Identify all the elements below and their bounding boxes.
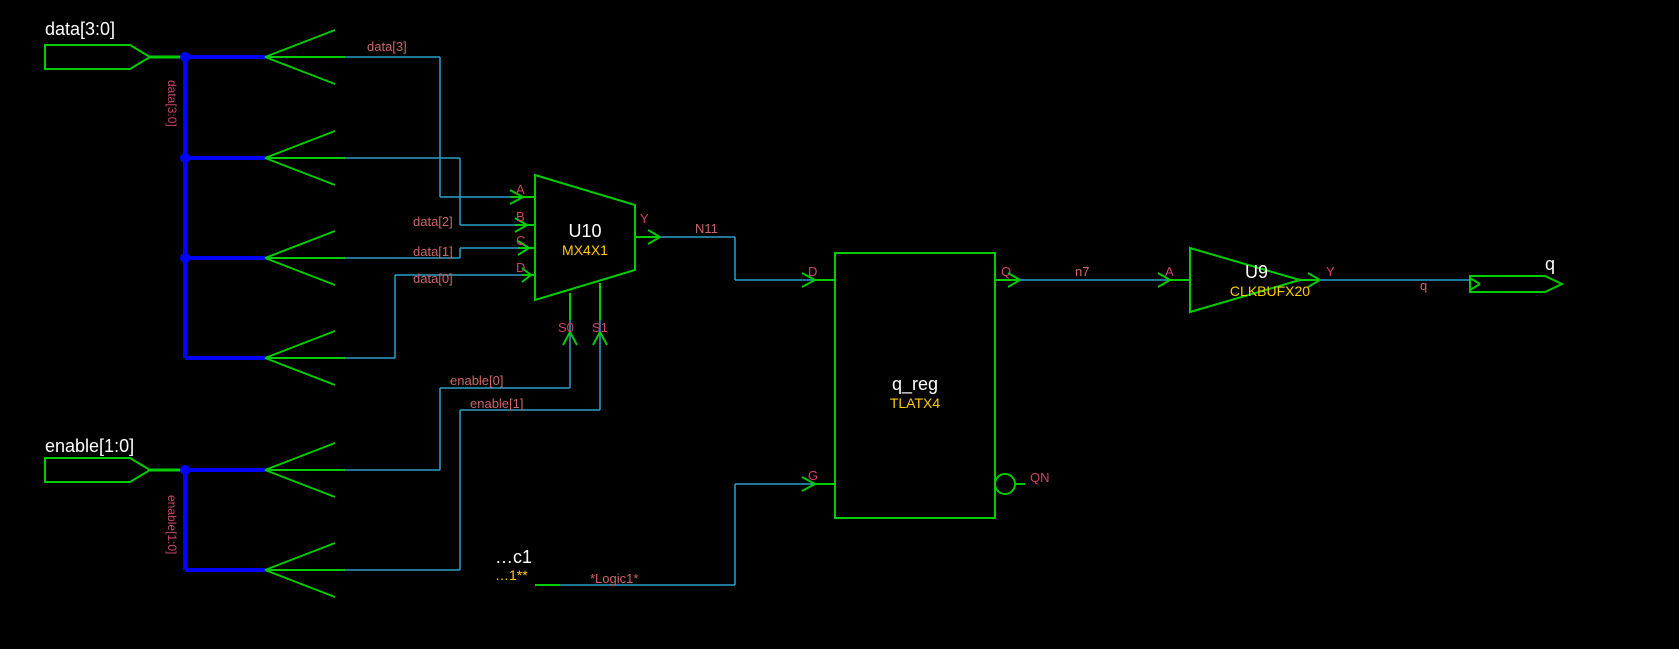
ripper-arrow-en0 <box>265 443 345 497</box>
net-label-n7: n7 <box>1075 264 1089 279</box>
ripper-arrow-data2 <box>265 131 345 185</box>
qreg-name: q_reg <box>892 374 938 395</box>
bus-label-data: data[3:0] <box>165 80 179 127</box>
port-data-label: data[3:0] <box>45 19 115 39</box>
net-label-n11: N11 <box>695 221 718 236</box>
net-label-data3: data[3] <box>367 39 407 54</box>
u9-name: U9 <box>1245 262 1268 282</box>
net-label-data0: data[0] <box>413 271 453 286</box>
c1-type: …1** <box>495 567 528 583</box>
u10-pin-c: C <box>516 233 525 248</box>
port-enable-label: enable[1:0] <box>45 436 134 456</box>
u10-pin-s0: S0 <box>558 320 574 335</box>
qreg-pin-d: D <box>808 264 817 279</box>
input-port-enable[interactable]: enable[1:0] <box>45 436 150 482</box>
net-label-en0: enable[0] <box>450 373 504 388</box>
u10-pin-y: Y <box>640 211 649 226</box>
u10-pin-s1: S1 <box>592 320 608 335</box>
schematic-canvas[interactable]: data[3:0] data[3:0] data[3] data[2] data… <box>0 0 1679 649</box>
net-label-en1: enable[1] <box>470 396 524 411</box>
ripper-arrow-data3 <box>265 30 345 84</box>
u9-type: CLKBUFX20 <box>1230 283 1310 299</box>
net-label-q: q <box>1420 278 1427 293</box>
qreg-pin-qn: QN <box>1030 470 1050 485</box>
output-port-q[interactable]: q <box>1470 254 1562 292</box>
input-port-data[interactable]: data[3:0] <box>45 19 150 69</box>
u10-pin-b: B <box>516 209 525 224</box>
u10-pin-d: D <box>516 260 525 275</box>
ripper-arrow-en1 <box>265 543 345 597</box>
cell-c1[interactable]: …c1 …1** <box>495 547 532 583</box>
cell-u9[interactable]: U9 CLKBUFX20 A Y <box>1165 248 1335 312</box>
cell-u10[interactable]: U10 MX4X1 A B C D Y S0 S1 <box>510 175 660 335</box>
u10-pin-a: A <box>516 182 525 197</box>
u9-pin-a: A <box>1165 264 1174 279</box>
net-label-logic1: *Logic1* <box>590 571 638 586</box>
net-label-data1: data[1] <box>413 244 453 259</box>
ripper-arrow-data1 <box>265 231 345 285</box>
qreg-pin-q: Q <box>1001 264 1011 279</box>
u10-name: U10 <box>568 221 601 241</box>
port-q-label: q <box>1545 254 1555 274</box>
u10-type: MX4X1 <box>562 242 608 258</box>
bus-label-enable: enable[1:0] <box>165 495 179 554</box>
qreg-type: TLATX4 <box>890 395 941 411</box>
c1-name: …c1 <box>495 547 532 567</box>
u9-pin-y: Y <box>1326 264 1335 279</box>
net-label-data2: data[2] <box>413 214 453 229</box>
ripper-arrow-data0 <box>265 331 345 385</box>
cell-qreg[interactable]: q_reg TLATX4 D G Q QN <box>808 253 1050 518</box>
qreg-pin-g: G <box>808 468 818 483</box>
